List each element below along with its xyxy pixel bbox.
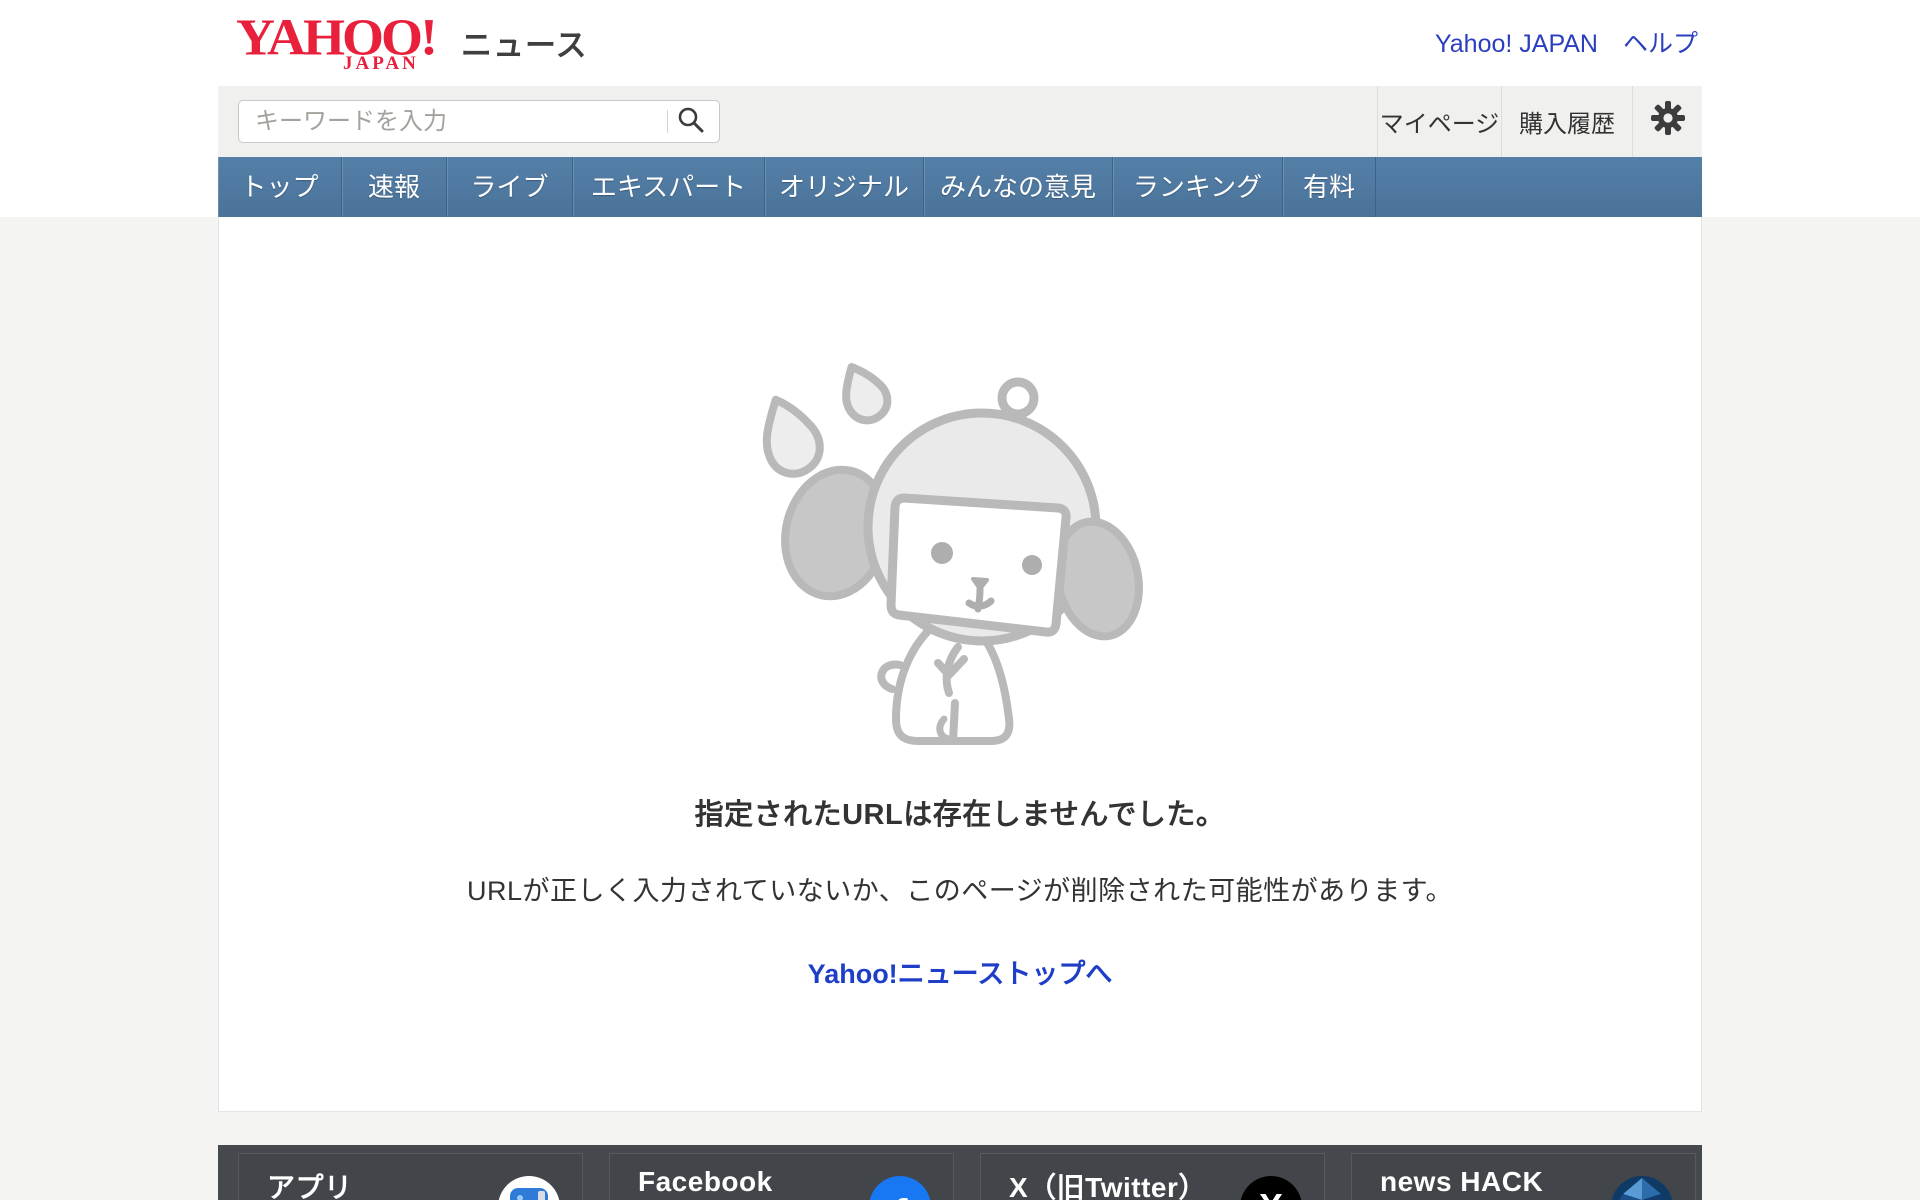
service-name: ニュース <box>461 20 587 65</box>
nav-tab-expert[interactable]: エキスパート <box>573 157 765 217</box>
gear-icon <box>1650 100 1686 143</box>
news-top-link[interactable]: Yahoo!ニューストップへ <box>808 952 1113 991</box>
search-box <box>238 100 720 143</box>
page-lower-area: 指定されたURLは存在しませんでした。 URLが正しく入力されていないか、このペ… <box>0 217 1920 1200</box>
nav-tab-original[interactable]: オリジナル <box>765 157 924 217</box>
error-description: URLが正しく入力されていないか、このページが削除された可能性があります。 <box>219 869 1701 908</box>
footer: アプリ Facebook f X（旧Twitter） <box>218 1145 1702 1200</box>
footer-box-facebook[interactable]: Facebook f <box>609 1153 954 1200</box>
search-icon <box>677 122 705 137</box>
search-button[interactable] <box>672 106 710 136</box>
footer-box-news-hack[interactable]: news HACK news <box>1351 1153 1696 1200</box>
band-right-menu: マイページ 購入履歴 <box>1377 86 1702 157</box>
nav-tab-flash[interactable]: 速報 <box>342 157 447 217</box>
main-nav-row: トップ 速報 ライブ エキスパート オリジナル みんなの意見 ランキング 有料 <box>0 157 1920 217</box>
nav-tab-opinions[interactable]: みんなの意見 <box>924 157 1113 217</box>
yahoo-news-logo[interactable]: YAHOO! JAPAN ニュース <box>236 10 587 65</box>
nav-tab-ranking[interactable]: ランキング <box>1113 157 1283 217</box>
my-page-link[interactable]: マイページ <box>1377 86 1501 157</box>
search-divider <box>667 110 668 133</box>
japan-wordmark: JAPAN <box>343 53 419 75</box>
top-bar: YAHOO! JAPAN ニュース Yahoo! JAPAN ヘルプ <box>0 0 1920 86</box>
search-band-row: マイページ 購入履歴 <box>0 86 1920 157</box>
footer-box-x-twitter[interactable]: X（旧Twitter） X <box>980 1153 1325 1200</box>
error-title: 指定されたURLは存在しませんでした。 <box>219 791 1701 833</box>
nav-tab-paid[interactable]: 有料 <box>1283 157 1376 217</box>
search-band: マイページ 購入履歴 <box>218 86 1702 157</box>
nav-tab-live[interactable]: ライブ <box>447 157 573 217</box>
error-content-panel: 指定されたURLは存在しませんでした。 URLが正しく入力されていないか、このペ… <box>218 217 1702 1112</box>
yahoo-japan-help-link[interactable]: Yahoo! JAPAN ヘルプ <box>1435 24 1698 60</box>
footer-box-app[interactable]: アプリ <box>238 1153 583 1200</box>
mascot-dog-illustration <box>750 337 1170 777</box>
purchase-history-link[interactable]: 購入履歴 <box>1501 86 1632 157</box>
yahoo-japan-logo: YAHOO! JAPAN <box>236 10 445 64</box>
search-input[interactable] <box>238 100 720 143</box>
nav-tab-top[interactable]: トップ <box>218 157 342 217</box>
main-navigation: トップ 速報 ライブ エキスパート オリジナル みんなの意見 ランキング 有料 <box>218 157 1702 217</box>
settings-button[interactable] <box>1632 86 1702 157</box>
